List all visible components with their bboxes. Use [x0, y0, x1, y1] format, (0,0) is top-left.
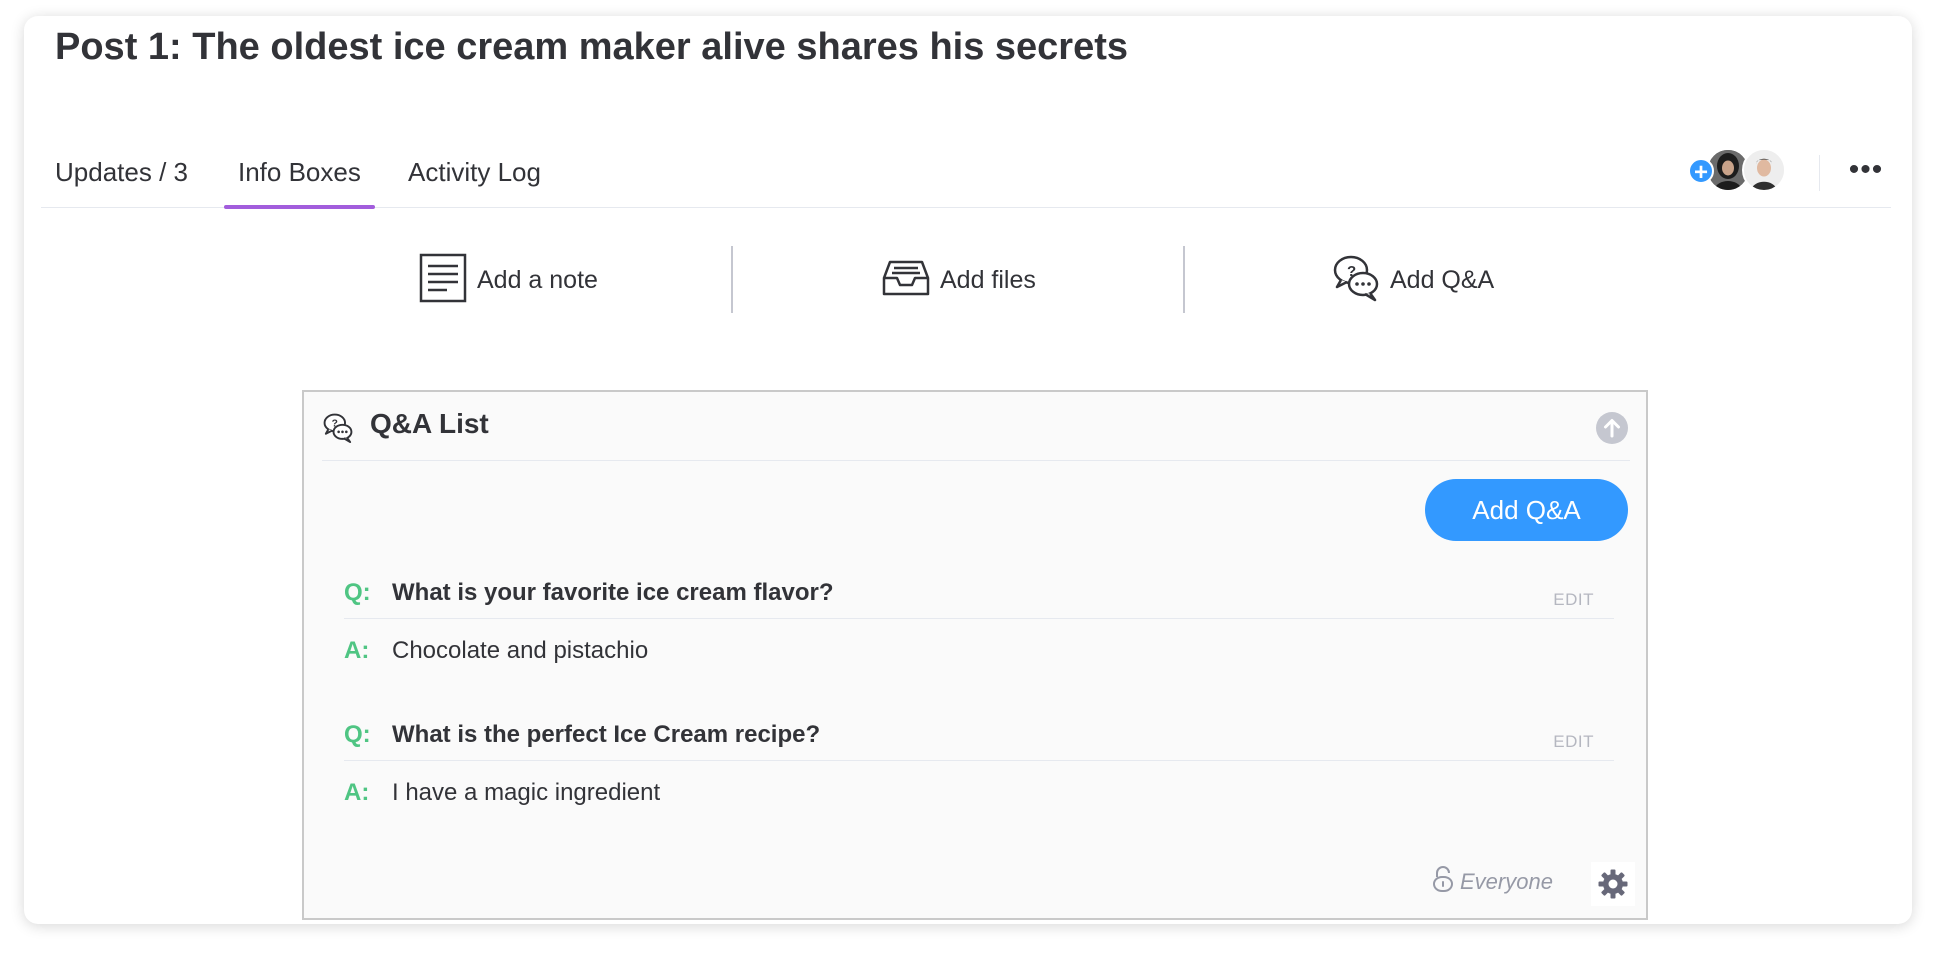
tab-updates[interactable]: Updates / 3	[55, 148, 188, 208]
question-text: What is your favorite ice cream flavor?	[392, 579, 834, 606]
tab-bar: Updates / 3 Info Boxes Activity Log	[41, 148, 1891, 209]
answer-prefix: A:	[344, 779, 370, 806]
inbox-tray-icon	[882, 258, 930, 303]
more-dots-icon[interactable]: •••	[1845, 152, 1887, 188]
collapse-arrow-icon[interactable]	[1596, 412, 1628, 444]
edit-button[interactable]: EDIT	[1553, 732, 1594, 752]
add-qa-label: Add Q&A	[1390, 265, 1495, 294]
add-files-label: Add files	[940, 265, 1036, 294]
answer-text: Chocolate and pistachio	[392, 637, 649, 664]
add-qa-button[interactable]: Add Q&A	[1425, 479, 1628, 541]
question-prefix: Q:	[344, 579, 371, 606]
plus-icon[interactable]: +	[1688, 158, 1714, 185]
gear-icon[interactable]	[1591, 862, 1635, 906]
chat-bubbles-icon: ?	[1332, 253, 1380, 308]
avatar[interactable]	[1742, 148, 1786, 192]
question-row: Q: What is the perfect Ice Cream recipe?…	[344, 711, 1614, 761]
answer-prefix: A:	[344, 637, 370, 664]
divider	[1819, 155, 1820, 191]
unlock-icon	[1432, 865, 1454, 898]
info-box-adders: Add a note Add files ? Add Q&A	[0, 245, 1935, 315]
qa-list-title: Q&A List	[370, 408, 489, 439]
add-note-label: Add a note	[477, 265, 598, 294]
answer-text: I have a magic ingredient	[392, 779, 661, 806]
add-qa-top-button[interactable]: ? Add Q&A	[1332, 245, 1494, 315]
subscribers[interactable]: +	[1688, 148, 1788, 192]
list-item: Q: What is your favorite ice cream flavo…	[344, 569, 1614, 689]
permission-label: Everyone	[1460, 868, 1553, 894]
question-row: Q: What is your favorite ice cream flavo…	[344, 569, 1614, 619]
chat-bubbles-icon: ?	[322, 412, 354, 449]
question-prefix: Q:	[344, 721, 371, 748]
edit-button[interactable]: EDIT	[1553, 590, 1594, 610]
add-note-button[interactable]: Add a note	[419, 245, 598, 315]
add-files-button[interactable]: Add files	[882, 245, 1036, 315]
note-icon	[419, 253, 467, 308]
tab-info-boxes[interactable]: Info Boxes	[224, 148, 375, 209]
qa-list-header: ? Q&A List	[322, 392, 1630, 461]
qa-list-box: ? Q&A List Add Q&A Q: What is your favor…	[302, 390, 1648, 920]
list-item: Q: What is the perfect Ice Cream recipe?…	[344, 711, 1614, 831]
question-text: What is the perfect Ice Cream recipe?	[392, 721, 821, 748]
tab-activity-log[interactable]: Activity Log	[408, 148, 541, 208]
page-title: Post 1: The oldest ice cream maker alive…	[55, 26, 1129, 68]
permission-indicator[interactable]: Everyone	[1432, 865, 1553, 898]
